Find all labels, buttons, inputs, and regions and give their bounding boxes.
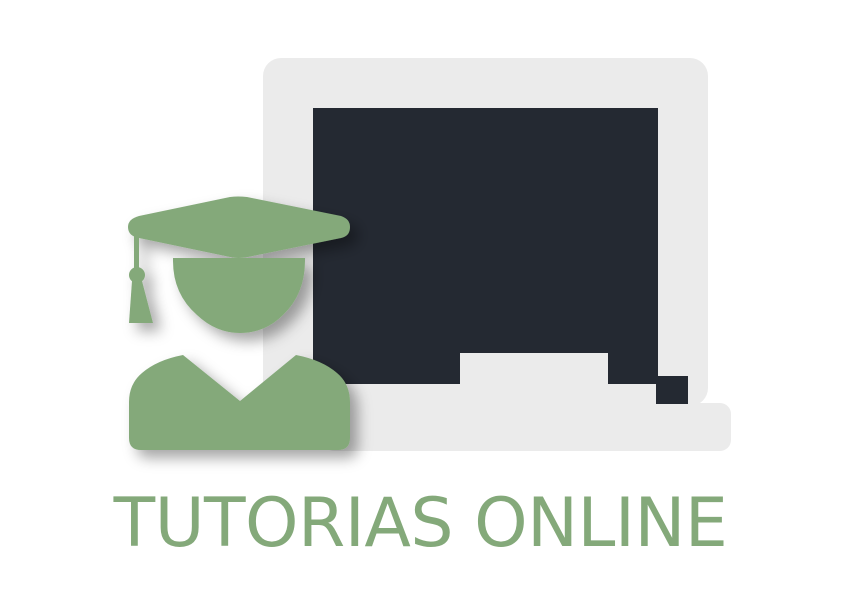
laptop-screen xyxy=(313,108,658,384)
laptop-touchpad-notch xyxy=(460,353,608,401)
tutorias-online-title: TUTORIAS ONLINE xyxy=(113,484,728,563)
tutorias-online-logo: TUTORIAS ONLINE xyxy=(0,0,841,599)
graduation-tassel-knot xyxy=(129,267,145,283)
graduation-tassel-cord xyxy=(134,229,139,273)
graduation-tassel-fringe xyxy=(129,281,153,323)
laptop-base xyxy=(323,403,731,451)
laptop-screen-right-edge xyxy=(656,376,688,404)
student-shoulders xyxy=(129,355,350,450)
